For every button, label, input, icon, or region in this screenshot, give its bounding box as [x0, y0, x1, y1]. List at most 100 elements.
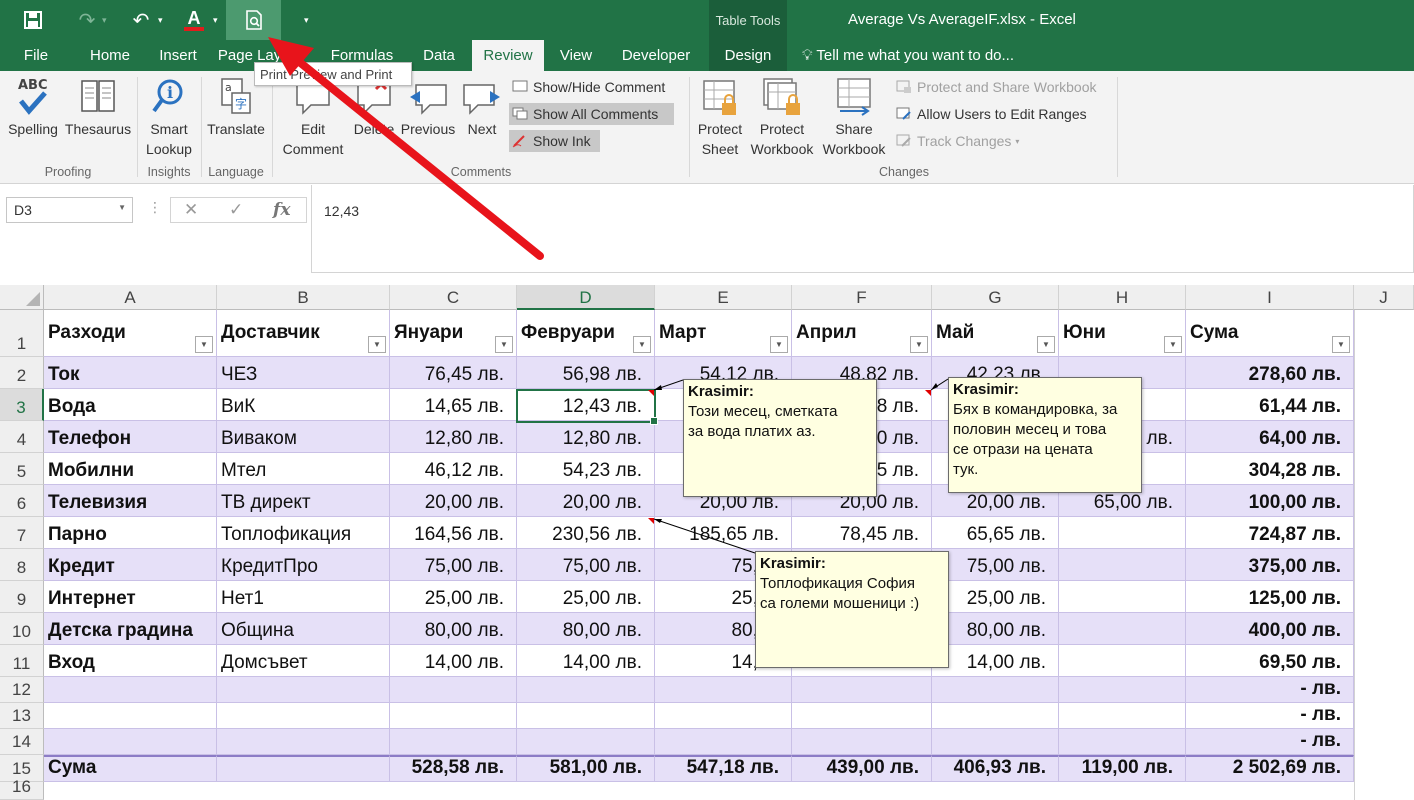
protect-share-workbook-button[interactable]: Protect and Share Workbook — [893, 76, 1097, 98]
filter-dropdown-icon[interactable]: ▼ — [368, 336, 386, 353]
cancel-icon[interactable]: ✕ — [184, 200, 198, 220]
cell-i3[interactable]: 61,44 лв. — [1186, 389, 1354, 421]
header-cell-e[interactable]: Март ▼ — [655, 310, 792, 357]
cell-d9[interactable]: 25,00 лв. — [517, 581, 655, 613]
cell-f14[interactable] — [792, 729, 932, 755]
cell-b12[interactable] — [217, 677, 390, 703]
cell-h12[interactable] — [1059, 677, 1186, 703]
share-workbook-button[interactable]: Share Workbook — [818, 75, 890, 159]
cell-a2[interactable]: Ток — [44, 357, 217, 389]
cell-g7[interactable]: 65,65 лв. — [932, 517, 1059, 549]
cell-a5[interactable]: Мобилни — [44, 453, 217, 485]
cell-a10[interactable]: Детска градина — [44, 613, 217, 645]
filter-dropdown-icon[interactable]: ▼ — [910, 336, 928, 353]
row-header-3[interactable]: 3 — [0, 389, 44, 421]
cell-d3[interactable]: 12,43 лв. — [517, 389, 655, 421]
cell-g11[interactable]: 14,00 лв. — [932, 645, 1059, 677]
cell-i10[interactable]: 400,00 лв. — [1186, 613, 1354, 645]
customize-qat-icon[interactable]: ▾ — [304, 0, 309, 40]
tab-design[interactable]: Design — [709, 40, 787, 71]
cell-c10[interactable]: 80,00 лв. — [390, 613, 517, 645]
cell-h11[interactable] — [1059, 645, 1186, 677]
insert-function-icon[interactable]: fx — [273, 200, 290, 220]
row-header-10[interactable]: 10 — [0, 613, 44, 645]
cell-i9[interactable]: 125,00 лв. — [1186, 581, 1354, 613]
tell-me-search[interactable]: 💡︎ Tell me what you want to do... — [802, 40, 1014, 71]
cell-g8[interactable]: 75,00 лв. — [932, 549, 1059, 581]
total-cell-g[interactable]: 406,93 лв. — [932, 755, 1059, 782]
save-icon[interactable] — [20, 0, 46, 40]
filter-dropdown-icon[interactable]: ▼ — [1164, 336, 1182, 353]
total-cell-h[interactable]: 119,00 лв. — [1059, 755, 1186, 782]
row-header-5[interactable]: 5 — [0, 453, 44, 485]
cell-i12[interactable]: - лв. — [1186, 677, 1354, 703]
allow-users-edit-ranges-button[interactable]: Allow Users to Edit Ranges — [893, 103, 1087, 125]
header-cell-h[interactable]: Юни ▼ — [1059, 310, 1186, 357]
cell-a3[interactable]: Вода — [44, 389, 217, 421]
show-ink-button[interactable]: Show Ink — [509, 130, 600, 152]
font-color-dropdown-icon[interactable]: ▾ — [213, 0, 218, 40]
cell-f12[interactable] — [792, 677, 932, 703]
cell-i2[interactable]: 278,60 лв. — [1186, 357, 1354, 389]
smart-lookup-button[interactable]: i Smart Lookup — [140, 75, 198, 159]
formula-input[interactable]: 12,43 — [311, 185, 1414, 273]
cell-a9[interactable]: Интернет — [44, 581, 217, 613]
cell-a7[interactable]: Парно — [44, 517, 217, 549]
cell-i14[interactable]: - лв. — [1186, 729, 1354, 755]
show-hide-comment-button[interactable]: Show/Hide Comment — [509, 76, 665, 98]
protect-sheet-button[interactable]: Protect Sheet — [692, 75, 748, 159]
cell-a4[interactable]: Телефон — [44, 421, 217, 453]
total-cell-f[interactable]: 439,00 лв. — [792, 755, 932, 782]
cell-d11[interactable]: 14,00 лв. — [517, 645, 655, 677]
filter-dropdown-icon[interactable]: ▼ — [495, 336, 513, 353]
cell-b10[interactable]: Община — [217, 613, 390, 645]
cell-i5[interactable]: 304,28 лв. — [1186, 453, 1354, 485]
cell-i4[interactable]: 64,00 лв. — [1186, 421, 1354, 453]
column-header-b[interactable]: B — [217, 285, 390, 310]
tab-home[interactable]: Home — [76, 40, 144, 71]
header-cell-g[interactable]: Май ▼ — [932, 310, 1059, 357]
tab-review[interactable]: Review — [472, 40, 544, 71]
cell-b14[interactable] — [217, 729, 390, 755]
column-header-i[interactable]: I — [1186, 285, 1354, 310]
cell-b5[interactable]: Мтел — [217, 453, 390, 485]
cell-c7[interactable]: 164,56 лв. — [390, 517, 517, 549]
cell-g14[interactable] — [932, 729, 1059, 755]
cell-g12[interactable] — [932, 677, 1059, 703]
next-comment-button[interactable]: Next — [460, 75, 504, 139]
cell-e12[interactable] — [655, 677, 792, 703]
cell-b4[interactable]: Виваком — [217, 421, 390, 453]
header-cell-d[interactable]: Февруари ▼ — [517, 310, 655, 357]
name-box[interactable]: D3 ▼ — [6, 197, 133, 223]
cell-d12[interactable] — [517, 677, 655, 703]
cell-d14[interactable] — [517, 729, 655, 755]
cell-d4[interactable]: 12,80 лв. — [517, 421, 655, 453]
tab-insert[interactable]: Insert — [148, 40, 208, 71]
filter-dropdown-icon[interactable]: ▼ — [1332, 336, 1350, 353]
chevron-down-icon[interactable]: ▼ — [118, 203, 126, 212]
tab-view[interactable]: View — [548, 40, 604, 71]
row-header-6[interactable]: 6 — [0, 485, 44, 517]
undo-icon[interactable]: ↶ — [128, 0, 154, 40]
comment-box-d3[interactable]: Krasimir: Този месец, сметката за вода п… — [683, 379, 877, 497]
filter-dropdown-icon[interactable]: ▼ — [195, 336, 213, 353]
tab-data[interactable]: Data — [410, 40, 468, 71]
row-header-2[interactable]: 2 — [0, 357, 44, 389]
cell-g10[interactable]: 80,00 лв. — [932, 613, 1059, 645]
row-header-11[interactable]: 11 — [0, 645, 44, 677]
thesaurus-button[interactable]: Thesaurus — [64, 75, 132, 139]
row-header-8[interactable]: 8 — [0, 549, 44, 581]
cell-i13[interactable]: - лв. — [1186, 703, 1354, 729]
cell-i8[interactable]: 375,00 лв. — [1186, 549, 1354, 581]
total-cell-c[interactable]: 528,58 лв. — [390, 755, 517, 782]
cell-f13[interactable] — [792, 703, 932, 729]
cell-d8[interactable]: 75,00 лв. — [517, 549, 655, 581]
header-cell-c[interactable]: Януари ▼ — [390, 310, 517, 357]
column-header-g[interactable]: G — [932, 285, 1059, 310]
filter-dropdown-icon[interactable]: ▼ — [770, 336, 788, 353]
cell-f7[interactable]: 78,45 лв. — [792, 517, 932, 549]
cell-d10[interactable]: 80,00 лв. — [517, 613, 655, 645]
cell-c5[interactable]: 46,12 лв. — [390, 453, 517, 485]
total-cell-d[interactable]: 581,00 лв. — [517, 755, 655, 782]
cell-e7[interactable]: 185,65 лв. — [655, 517, 792, 549]
